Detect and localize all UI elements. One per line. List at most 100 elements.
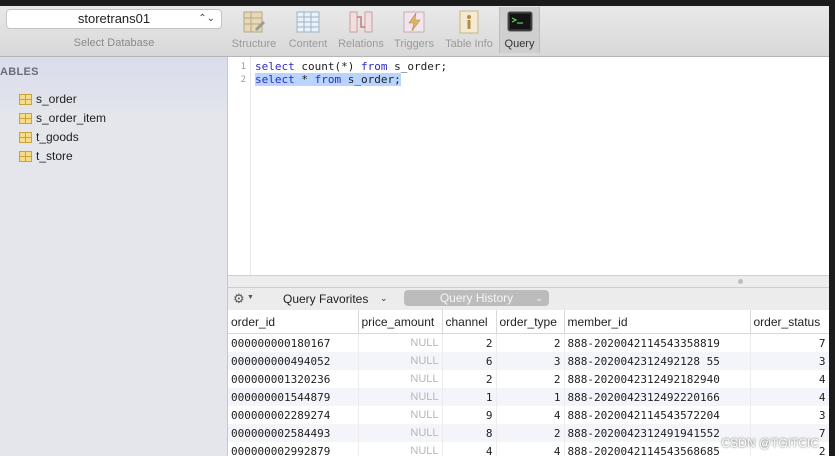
cell-order-id[interactable]: 000000002992879 [228, 442, 359, 456]
cell-order-status[interactable]: 4 [750, 388, 829, 406]
cell-member-id[interactable]: 888-2020042114543358819 [564, 333, 751, 352]
toolbar-button-label: Relations [338, 38, 384, 50]
cell-price-amount[interactable]: NULL [358, 442, 443, 456]
app-window: storetrans01 ⌃⌄ Select Database Structur… [0, 0, 835, 456]
cell-order-type[interactable]: 4 [496, 442, 565, 456]
table-info-icon [459, 10, 479, 34]
table-row[interactable]: 000000002289274 NULL 9 4 888-20200421145… [228, 406, 829, 424]
sidebar-table-s-order[interactable]: s_order [19, 90, 77, 108]
cell-order-id[interactable]: 000000000494052 [228, 352, 359, 370]
editor-results-splitter[interactable] [228, 275, 829, 288]
caret-down-icon: ▼ [247, 294, 254, 301]
gear-icon[interactable]: ⚙ [233, 291, 245, 307]
column-header[interactable]: member_id [564, 310, 751, 334]
column-header[interactable]: order_type [496, 310, 565, 334]
table-row[interactable]: 000000000494052 NULL 6 3 888-20200423124… [228, 352, 829, 370]
toolbar-button-label: Structure [231, 38, 277, 50]
cell-channel[interactable]: 9 [442, 406, 497, 424]
cell-member-id[interactable]: 888-2020042312492182940 [564, 370, 751, 388]
cell-order-id[interactable]: 000000001544879 [228, 388, 359, 406]
sidebar-table-t-store[interactable]: t_store [19, 147, 73, 165]
toolbar-relations-button[interactable]: Relations [335, 7, 387, 53]
cell-price-amount[interactable]: NULL [358, 352, 443, 370]
toolbar-button-label: Query [504, 38, 535, 50]
column-header[interactable]: order_id [228, 310, 359, 334]
cell-order-id[interactable]: 000000000180167 [228, 333, 359, 352]
toolbar-triggers-button[interactable]: Triggers [390, 7, 438, 53]
toolbar-content-button[interactable]: Content [284, 7, 332, 53]
table-icon [19, 131, 32, 143]
sql-keyword: from [360, 60, 388, 73]
chevron-updown-icon: ⌃⌄ [198, 13, 215, 24]
main-toolbar: storetrans01 ⌃⌄ Select Database Structur… [0, 6, 829, 57]
cell-order-status[interactable]: 3 [750, 406, 829, 424]
line-number: 1 [240, 62, 246, 72]
toolbar-structure-button[interactable]: Structure [228, 7, 280, 53]
query-favorites-button[interactable]: Query Favorites [283, 292, 368, 306]
query-editor[interactable]: 1 2 select count(*) from s_order; select… [228, 57, 829, 275]
sidebar-table-label: s_order_item [36, 111, 107, 125]
relations-icon [349, 11, 373, 33]
line-number-gutter: 1 2 [228, 57, 251, 275]
results-grid[interactable]: order_id price_amount channel order_type… [228, 310, 829, 456]
code-line-2-selected[interactable]: select * from s_order; [255, 73, 401, 86]
splitter-handle[interactable] [738, 279, 743, 284]
query-history-button[interactable]: Query History ⌄ [404, 290, 549, 306]
sql-text: s_order; [341, 73, 401, 86]
toolbar-table-info-button[interactable]: Table Info [441, 7, 497, 53]
sidebar-header: ABLES [0, 66, 39, 78]
column-header[interactable]: order_status [750, 310, 829, 334]
cell-order-id[interactable]: 000000001320236 [228, 370, 359, 388]
cell-order-type[interactable]: 2 [496, 370, 565, 388]
column-header[interactable]: price_amount [358, 310, 443, 334]
cell-order-type[interactable]: 1 [496, 388, 565, 406]
cell-order-id[interactable]: 000000002584493 [228, 424, 359, 442]
sql-keyword: select [255, 73, 295, 86]
cell-order-id[interactable]: 000000002289274 [228, 406, 359, 424]
cell-order-type[interactable]: 3 [496, 352, 565, 370]
cell-channel[interactable]: 1 [442, 388, 497, 406]
table-icon [19, 112, 32, 124]
database-select[interactable]: storetrans01 ⌃⌄ [6, 9, 222, 29]
sidebar-table-label: s_order [36, 92, 77, 106]
triggers-icon [403, 11, 425, 33]
cell-price-amount[interactable]: NULL [358, 424, 443, 442]
structure-icon [243, 11, 265, 33]
sidebar-table-s-order-item[interactable]: s_order_item [19, 109, 106, 127]
cell-order-type[interactable]: 4 [496, 406, 565, 424]
table-icon [19, 93, 32, 105]
toolbar-query-button[interactable]: Query [499, 7, 540, 53]
cell-channel[interactable]: 4 [442, 442, 497, 456]
cell-price-amount[interactable]: NULL [358, 406, 443, 424]
cell-price-amount[interactable]: NULL [358, 370, 443, 388]
table-row[interactable]: 000000000180167 NULL 2 2 888-20200421145… [228, 333, 829, 352]
cell-channel[interactable]: 6 [442, 352, 497, 370]
cell-order-status[interactable]: 4 [750, 370, 829, 388]
cell-member-id[interactable]: 888-2020042312492128 55 [564, 352, 751, 370]
toolbar-button-label: Content [288, 38, 328, 50]
sidebar-table-t-goods[interactable]: t_goods [19, 128, 79, 146]
cell-channel[interactable]: 2 [442, 370, 497, 388]
tables-sidebar: ABLES s_order s_order_item t_goods t_sto… [0, 57, 228, 456]
cell-price-amount[interactable]: NULL [358, 388, 443, 406]
code-line-1[interactable]: select count(*) from s_order; [255, 60, 447, 73]
cell-channel[interactable]: 8 [442, 424, 497, 442]
sql-keyword: select [255, 60, 295, 73]
cell-channel[interactable]: 2 [442, 333, 497, 352]
cell-order-status[interactable]: 3 [750, 352, 829, 370]
cell-order-type[interactable]: 2 [496, 424, 565, 442]
sql-keyword: from [314, 73, 342, 86]
results-header-row: order_id price_amount channel order_type… [228, 310, 829, 334]
cell-order-type[interactable]: 2 [496, 333, 565, 352]
content-icon [296, 11, 320, 33]
sql-text: s_order; [387, 60, 448, 73]
cell-member-id[interactable]: 888-2020042312492220166 [564, 388, 751, 406]
chevron-down-icon[interactable]: ⌄ [380, 293, 388, 304]
cell-member-id[interactable]: 888-2020042114543572204 [564, 406, 751, 424]
cell-price-amount[interactable]: NULL [358, 333, 443, 352]
table-row[interactable]: 000000001320236 NULL 2 2 888-20200423124… [228, 370, 829, 388]
sidebar-table-label: t_store [36, 149, 73, 163]
column-header[interactable]: channel [442, 310, 497, 334]
table-row[interactable]: 000000001544879 NULL 1 1 888-20200423124… [228, 388, 829, 406]
cell-order-status[interactable]: 7 [750, 333, 829, 352]
